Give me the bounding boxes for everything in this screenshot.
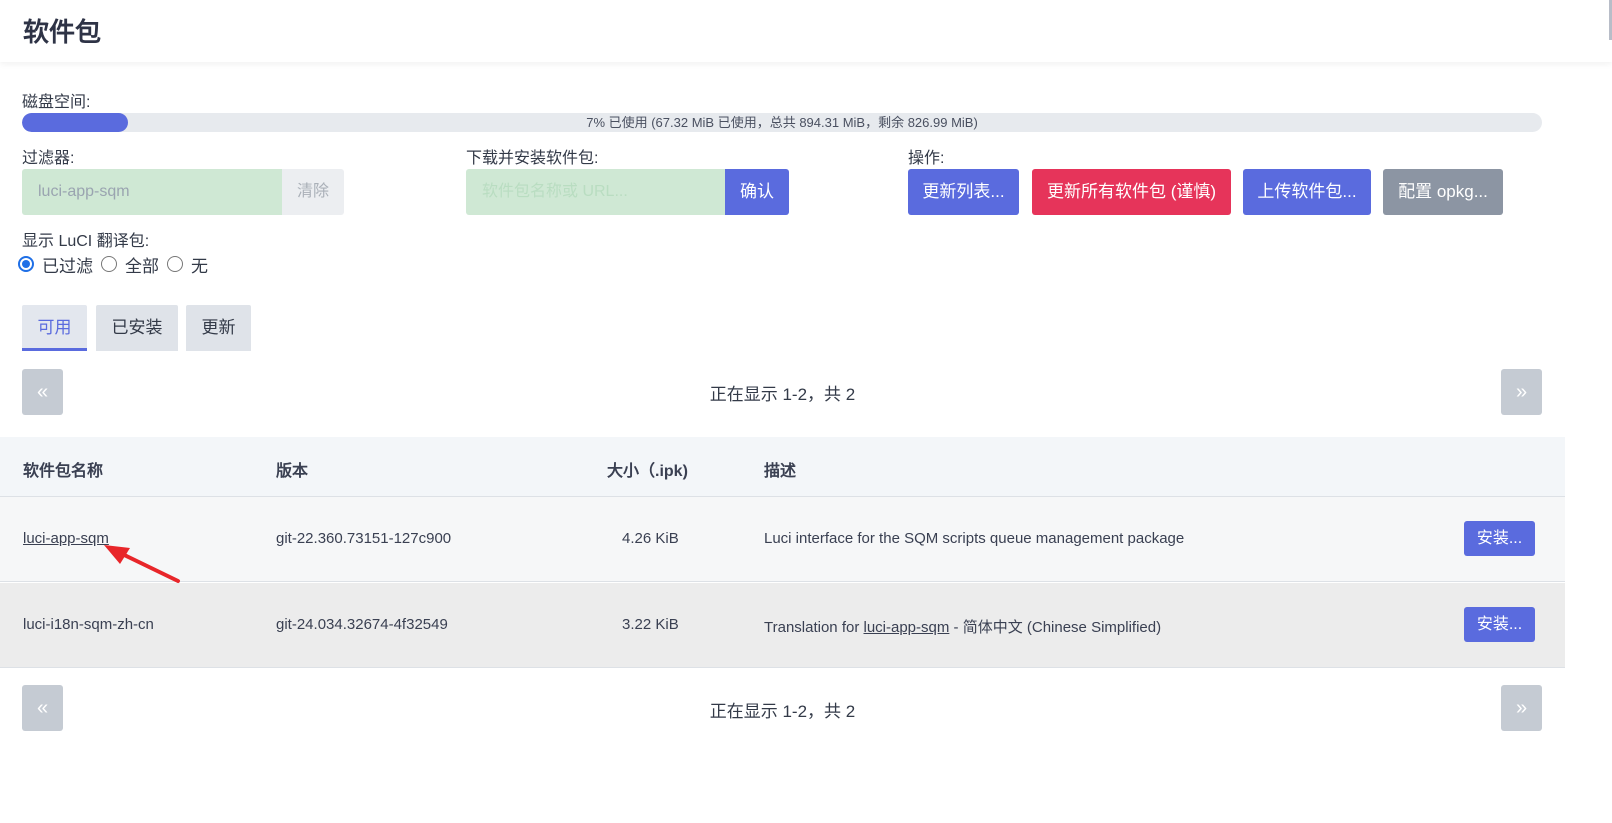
pager-next-button[interactable]: » bbox=[1501, 369, 1542, 415]
filter-input[interactable]: luci-app-sqm bbox=[22, 169, 282, 215]
package-size: 4.26 KiB bbox=[622, 530, 679, 547]
radio-none-label: 无 bbox=[191, 256, 208, 276]
package-description: Luci interface for the SQM scripts queue… bbox=[764, 530, 1185, 547]
upload-package-button[interactable]: 上传软件包... bbox=[1243, 169, 1371, 215]
radio-filtered[interactable] bbox=[18, 256, 34, 272]
radio-all-label: 全部 bbox=[125, 256, 159, 276]
package-name: luci-i18n-sqm-zh-cn bbox=[23, 616, 154, 633]
tab-installed[interactable]: 已安装 bbox=[96, 305, 178, 351]
confirm-install-button[interactable]: 确认 bbox=[725, 169, 789, 215]
column-header-name: 软件包名称 bbox=[23, 463, 104, 480]
luci-i18n-radio-group: 已过滤 全部 无 bbox=[18, 254, 216, 276]
column-header-size: 大小（.ipk) bbox=[607, 463, 688, 480]
clear-filter-button[interactable]: 清除 bbox=[282, 169, 344, 215]
description-prefix: Translation for bbox=[764, 619, 864, 636]
pager-status: 正在显示 1-2，共 2 bbox=[709, 385, 856, 404]
radio-all[interactable] bbox=[101, 256, 117, 272]
pager-next-button-bottom[interactable]: » bbox=[1501, 685, 1542, 731]
column-header-version: 版本 bbox=[276, 463, 309, 480]
filter-label: 过滤器: bbox=[22, 150, 75, 167]
download-install-label: 下载并安装软件包: bbox=[466, 150, 599, 167]
upgrade-all-button[interactable]: 更新所有软件包 (谨慎) bbox=[1032, 169, 1231, 215]
annotation-arrow-icon bbox=[104, 545, 180, 583]
update-lists-button[interactable]: 更新列表... bbox=[908, 169, 1019, 215]
pager-status-bottom: 正在显示 1-2，共 2 bbox=[709, 702, 856, 721]
actions-label: 操作: bbox=[908, 150, 945, 167]
disk-usage-text: 7% 已使用 (67.32 MiB 已使用，总共 894.31 MiB，剩余 8… bbox=[586, 115, 978, 130]
install-button[interactable]: 安装... bbox=[1464, 607, 1535, 642]
package-name-link[interactable]: luci-app-sqm bbox=[23, 530, 109, 547]
disk-space-label: 磁盘空间: bbox=[22, 94, 91, 111]
table-row: luci-app-sqm git-22.360.73151-127c900 4.… bbox=[0, 497, 1565, 582]
package-size: 3.22 KiB bbox=[622, 616, 679, 633]
tab-available[interactable]: 可用 bbox=[22, 305, 87, 351]
table-row: luci-i18n-sqm-zh-cn git-24.034.32674-4f3… bbox=[0, 583, 1565, 668]
luci-i18n-label: 显示 LuCI 翻译包: bbox=[22, 233, 150, 250]
dependency-link[interactable]: luci-app-sqm bbox=[864, 619, 950, 636]
package-description: Translation for luci-app-sqm - 简体中文 (Chi… bbox=[764, 616, 1161, 637]
configure-opkg-button[interactable]: 配置 opkg... bbox=[1383, 169, 1503, 215]
package-version: git-24.034.32674-4f32549 bbox=[276, 616, 448, 633]
page-title: 软件包 bbox=[23, 17, 102, 47]
tab-updates[interactable]: 更新 bbox=[186, 305, 251, 351]
page-header: 软件包 bbox=[0, 0, 1612, 62]
package-version: git-22.360.73151-127c900 bbox=[276, 530, 452, 547]
radio-none[interactable] bbox=[167, 256, 183, 272]
disk-usage-bar: 7% 已使用 (67.32 MiB 已使用，总共 894.31 MiB，剩余 8… bbox=[22, 113, 1542, 132]
radio-filtered-label: 已过滤 bbox=[42, 256, 93, 276]
install-button[interactable]: 安装... bbox=[1464, 521, 1535, 556]
package-url-input[interactable]: 软件包名称或 URL... bbox=[466, 169, 725, 215]
table-header: 软件包名称 版本 大小（.ipk) 描述 bbox=[0, 437, 1565, 497]
description-suffix: - 简体中文 (Chinese Simplified) bbox=[949, 619, 1162, 636]
column-header-description: 描述 bbox=[764, 463, 797, 480]
